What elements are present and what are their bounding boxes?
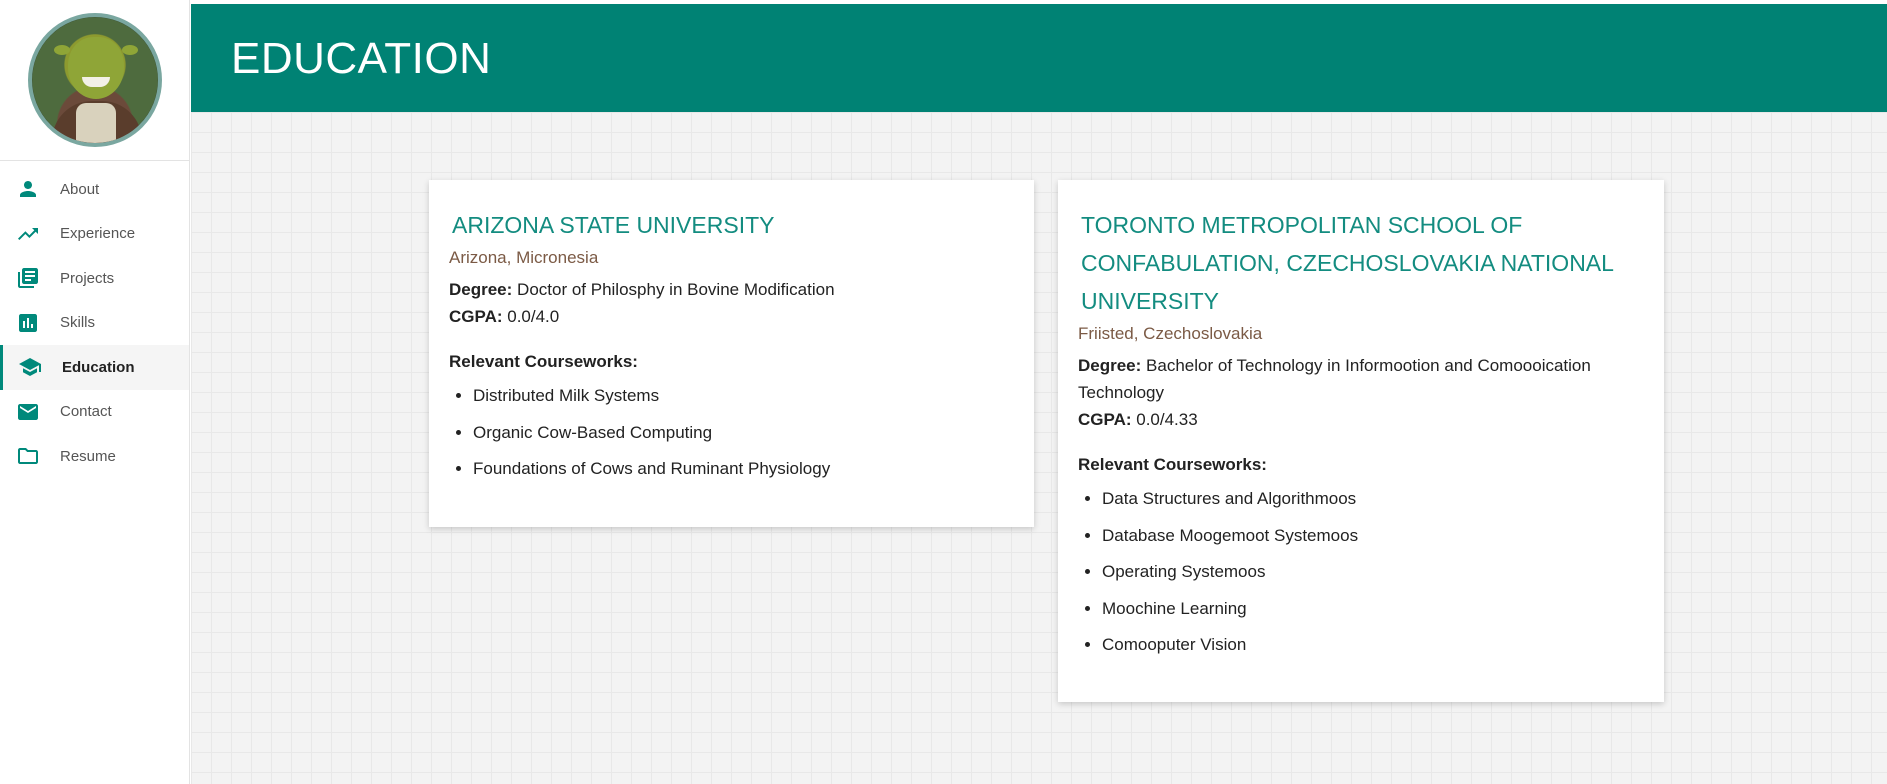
sidebar-nav: About Experience Projects Skills Educati… <box>0 161 189 479</box>
degree-line: Degree: Bachelor of Technology in Inform… <box>1078 352 1642 406</box>
cgpa-value: 0.0/4.0 <box>507 307 560 326</box>
university-name: TORONTO METROPOLITAN SCHOOL OF CONFABULA… <box>1081 212 1614 314</box>
sidebar-item-experience[interactable]: Experience <box>0 212 189 257</box>
trending-up-icon <box>16 222 44 246</box>
library-books-icon <box>16 266 44 290</box>
mail-icon <box>16 400 44 424</box>
sidebar-item-resume[interactable]: Resume <box>0 434 189 479</box>
course-item: Data Structures and Algorithmoos <box>1102 481 1642 518</box>
sidebar: About Experience Projects Skills Educati… <box>0 0 190 784</box>
cgpa-label: CGPA: <box>1078 410 1132 429</box>
sidebar-item-projects[interactable]: Projects <box>0 256 189 301</box>
sidebar-item-label: About <box>60 180 100 198</box>
cgpa-line: CGPA: 0.0/4.33 <box>1078 406 1642 433</box>
degree-line: Degree: Doctor of Philosphy in Bovine Mo… <box>449 276 1012 303</box>
courses-list: Data Structures and Algorithmoos Databas… <box>1078 481 1642 664</box>
main-content: ARIZONA STATE UNIVERSITY Arizona, Micron… <box>191 112 1887 784</box>
course-item: Comooputer Vision <box>1102 627 1642 664</box>
avatar-container <box>0 0 189 161</box>
avatar[interactable] <box>27 13 162 147</box>
sidebar-item-label: Experience <box>60 225 136 243</box>
sidebar-item-education[interactable]: Education <box>0 345 189 390</box>
sidebar-item-about[interactable]: About <box>0 167 189 212</box>
course-item: Distributed Milk Systems <box>473 378 1012 415</box>
education-card: ARIZONA STATE UNIVERSITY Arizona, Micron… <box>429 180 1034 527</box>
courses-heading: Relevant Courseworks: <box>1078 455 1267 474</box>
degree-label: Degree: <box>1078 356 1142 375</box>
degree-value: Bachelor of Technology in Informootion a… <box>1078 356 1591 402</box>
cgpa-line: CGPA: 0.0/4.0 <box>449 303 1012 330</box>
education-card: TORONTO METROPOLITAN SCHOOL OF CONFABULA… <box>1058 180 1664 702</box>
sidebar-item-label: Education <box>62 358 135 376</box>
degree-label: Degree: <box>449 280 513 299</box>
sidebar-item-label: Projects <box>60 269 115 287</box>
sidebar-item-contact[interactable]: Contact <box>0 390 189 435</box>
folder-icon <box>16 444 44 468</box>
page-header: EDUCATION <box>191 4 1887 112</box>
courses-list: Distributed Milk Systems Organic Cow-Bas… <box>449 378 1012 488</box>
course-item: Operating Systemoos <box>1102 554 1642 591</box>
university-location: Arizona, Micronesia <box>449 248 599 267</box>
bar-chart-icon <box>16 311 44 335</box>
cgpa-label: CGPA: <box>449 307 503 326</box>
sidebar-item-skills[interactable]: Skills <box>0 301 189 346</box>
person-icon <box>16 177 44 201</box>
sidebar-item-label: Resume <box>60 447 116 465</box>
university-name: ARIZONA STATE UNIVERSITY <box>452 212 775 238</box>
degree-value: Doctor of Philosphy in Bovine Modificati… <box>517 280 835 299</box>
page-title: EDUCATION <box>231 34 492 83</box>
sidebar-item-label: Contact <box>60 403 112 421</box>
university-location: Friisted, Czechoslovakia <box>1078 324 1263 343</box>
course-item: Moochine Learning <box>1102 591 1642 628</box>
courses-heading: Relevant Courseworks: <box>449 352 638 371</box>
course-item: Organic Cow-Based Computing <box>473 415 1012 452</box>
course-item: Database Moogemoot Systemoos <box>1102 518 1642 555</box>
sidebar-item-label: Skills <box>60 314 96 332</box>
school-icon <box>18 355 46 379</box>
course-item: Foundations of Cows and Ruminant Physiol… <box>473 451 1012 488</box>
cgpa-value: 0.0/4.33 <box>1136 410 1198 429</box>
